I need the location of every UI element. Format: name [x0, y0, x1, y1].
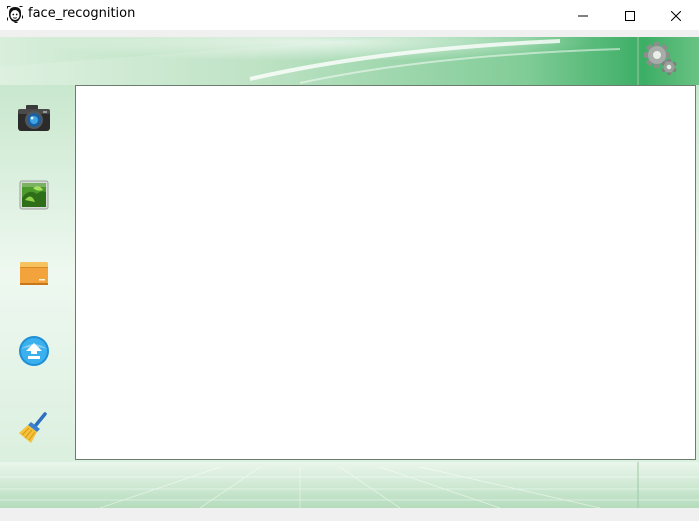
upload-icon: [18, 335, 50, 367]
gear-icon: [641, 42, 681, 84]
upload-button[interactable]: [16, 333, 52, 369]
minimize-icon: [578, 6, 588, 25]
folder-button[interactable]: [16, 255, 52, 291]
broom-icon: [17, 411, 51, 445]
minimize-button[interactable]: [560, 0, 606, 30]
title-bar: face_recognition: [0, 0, 699, 30]
maximize-icon: [625, 6, 635, 25]
close-icon: [670, 6, 682, 25]
clear-button[interactable]: [16, 410, 52, 446]
settings-button[interactable]: [641, 40, 681, 80]
image-icon: [19, 180, 49, 210]
window-title: face_recognition: [28, 6, 136, 21]
face-app-icon: [7, 6, 23, 23]
camera-icon: [17, 103, 51, 133]
camera-button[interactable]: [16, 100, 52, 136]
maximize-button[interactable]: [607, 0, 653, 30]
image-display-area: [75, 85, 696, 460]
status-strip: [0, 508, 699, 521]
main-panel: [0, 37, 699, 508]
image-button[interactable]: [16, 177, 52, 213]
folder-icon: [18, 259, 50, 287]
close-button[interactable]: [653, 0, 699, 30]
